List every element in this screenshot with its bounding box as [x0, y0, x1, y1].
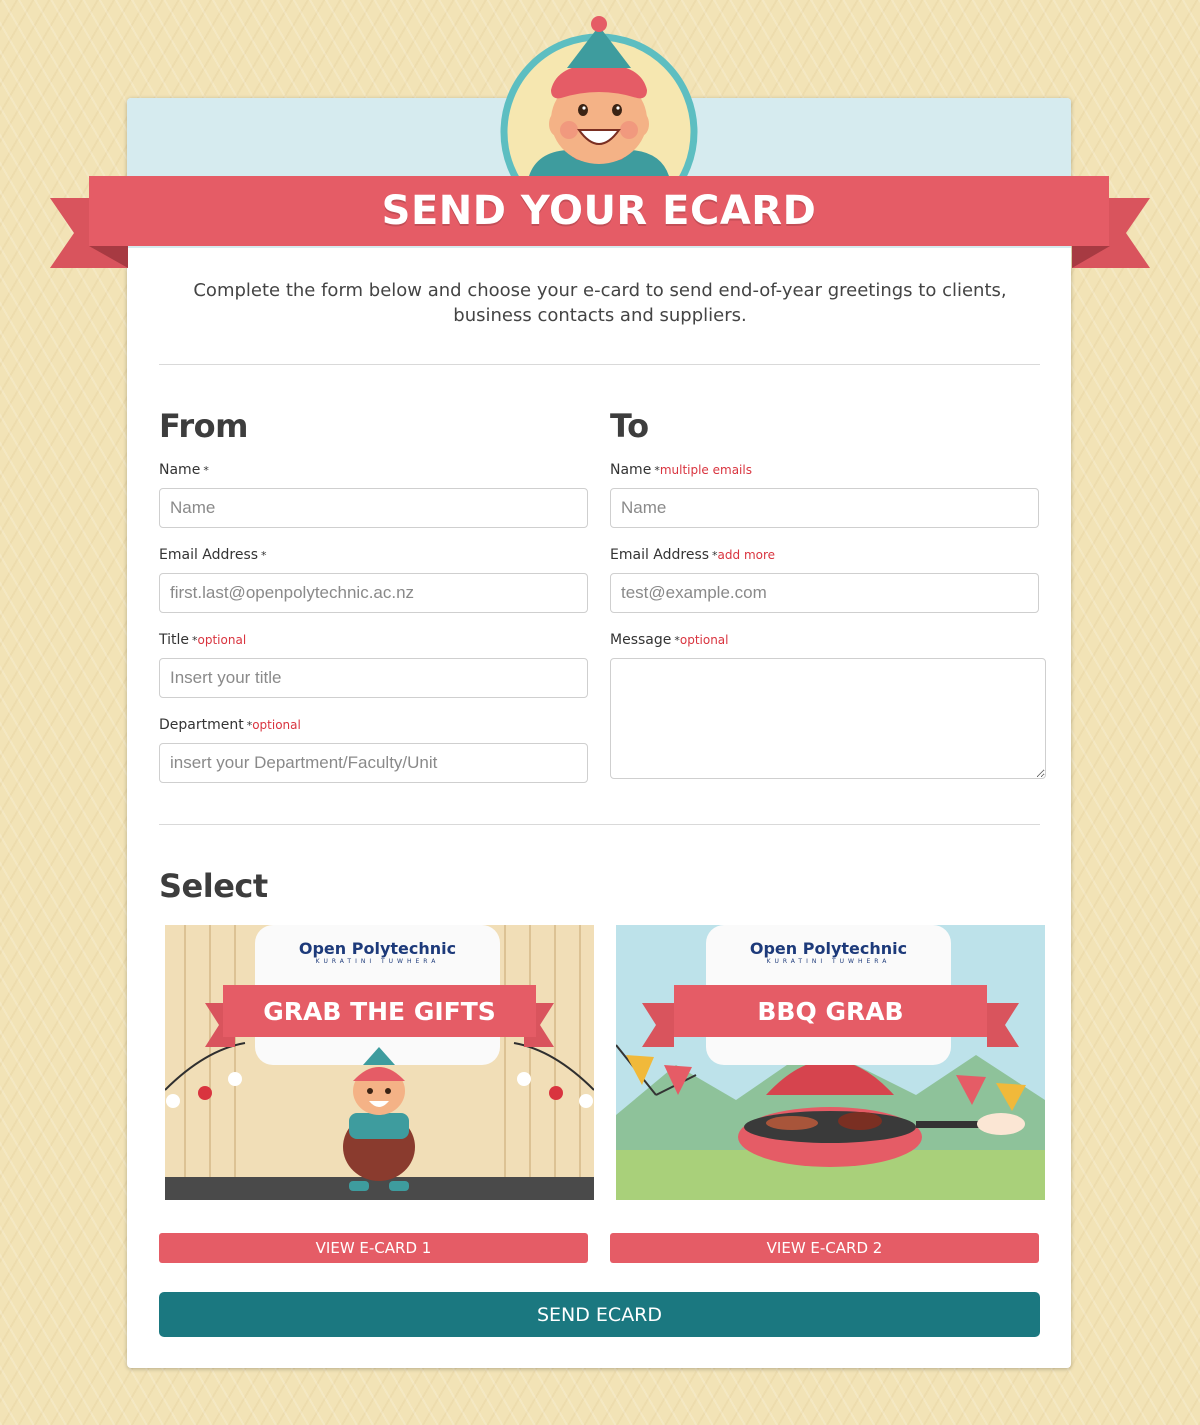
intro-text: Complete the form below and choose your …	[193, 280, 1007, 326]
from-email-input[interactable]	[159, 573, 588, 613]
label-text: Title	[159, 632, 190, 648]
from-name-input[interactable]	[159, 488, 588, 528]
label-text: Name	[610, 462, 652, 478]
required-mark: *	[203, 464, 209, 477]
ecard-1-illustration	[165, 925, 594, 1200]
from-email-label: Email Address *	[159, 547, 267, 563]
from-department-input[interactable]	[159, 743, 588, 783]
to-heading: To	[610, 407, 649, 445]
from-title-input[interactable]	[159, 658, 588, 698]
to-name-input[interactable]	[610, 488, 1039, 528]
brand-logo-text: Open Polytechnic	[749, 939, 908, 958]
required-mark: *	[261, 549, 267, 562]
label-text: Message	[610, 632, 672, 648]
select-heading: Select	[159, 867, 268, 905]
ecard-2-title: BBQ GRAB	[757, 996, 904, 1026]
to-email-input[interactable]	[610, 573, 1039, 613]
brand-logo-text: Open Polytechnic	[298, 939, 457, 958]
ecard-1-title: GRAB THE GIFTS	[263, 996, 496, 1026]
optional-note: optional	[252, 718, 301, 732]
label-text: Email Address	[159, 547, 259, 563]
ecard-2-thumbnail[interactable]: Open Polytechnic KURATINI TUWHERA BBQ GR…	[616, 925, 1045, 1200]
multiple-emails-note[interactable]: multiple emails	[660, 463, 752, 477]
elf-mascot-icon	[500, 16, 698, 192]
view-ecard-1-button[interactable]: VIEW E-CARD 1	[159, 1233, 588, 1263]
ecard-1-thumbnail[interactable]: Open Polytechnic KURATINI TUWHERA GRAB T…	[165, 925, 594, 1200]
page-title: SEND YOUR ECARD	[381, 188, 817, 234]
to-message-textarea[interactable]	[610, 658, 1046, 779]
label-text: Email Address	[610, 547, 710, 563]
optional-note: optional	[197, 633, 247, 647]
label-text: Name	[159, 462, 201, 478]
from-department-label: Department *optional	[159, 717, 301, 733]
to-message-label: Message *optional	[610, 632, 729, 648]
send-ecard-button[interactable]: SEND ECARD	[159, 1292, 1040, 1337]
divider	[159, 824, 1040, 825]
label-text: Department	[159, 717, 244, 733]
from-name-label: Name *	[159, 462, 209, 478]
optional-note: optional	[679, 633, 729, 647]
ecard-2-illustration	[616, 925, 1045, 1200]
brand-subtitle: KURATINI TUWHERA	[315, 958, 440, 965]
view-ecard-2-button[interactable]: VIEW E-CARD 2	[610, 1233, 1039, 1263]
add-more-link[interactable]: add more	[718, 548, 776, 562]
from-heading: From	[159, 407, 248, 445]
to-name-label: Name *multiple emails	[610, 462, 752, 478]
to-email-label: Email Address *add more	[610, 547, 775, 563]
divider	[159, 364, 1040, 365]
from-title-label: Title *optional	[159, 632, 246, 648]
brand-subtitle: KURATINI TUWHERA	[766, 958, 891, 965]
